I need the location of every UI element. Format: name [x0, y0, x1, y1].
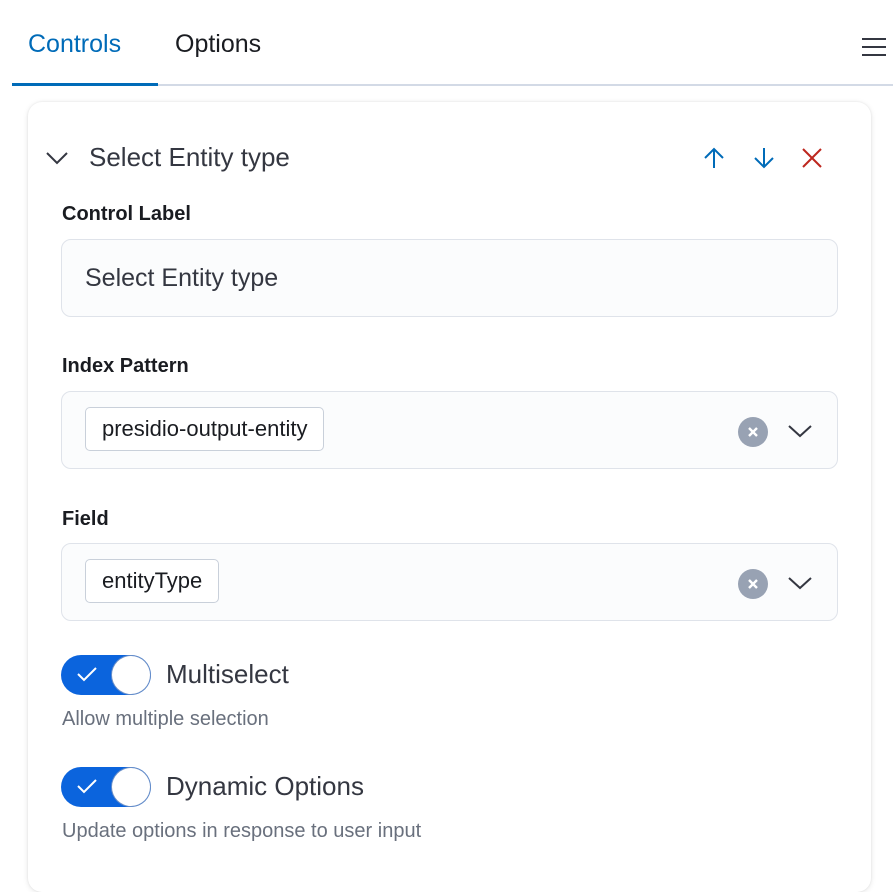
arrow-up-icon: [704, 147, 724, 168]
toggle-knob: [112, 656, 150, 694]
arrow-down-icon: [754, 148, 774, 169]
dynamic-options-label[interactable]: Dynamic Options: [166, 771, 364, 802]
field-selection: entityType: [85, 559, 220, 603]
control-header: Select Entity type: [45, 142, 835, 178]
dynamic-options-help-text: Update options in response to user input: [62, 820, 422, 842]
dynamic-options-toggle[interactable]: [61, 767, 151, 807]
tab-controls[interactable]: Controls: [28, 30, 121, 59]
chevron-down-icon[interactable]: [45, 150, 69, 171]
check-icon: [75, 777, 99, 800]
control-label-input[interactable]: [62, 240, 837, 316]
clear-icon[interactable]: [738, 417, 768, 447]
active-tab-indicator: [12, 83, 158, 86]
chevron-down-icon[interactable]: [787, 422, 813, 445]
toggle-knob: [112, 768, 150, 806]
close-icon: [802, 148, 822, 168]
field-combobox[interactable]: entityType: [61, 543, 838, 621]
multiselect-help-text: Allow multiple selection: [62, 708, 269, 730]
control-label-field-wrapper: [61, 239, 838, 317]
menu-icon[interactable]: [862, 36, 886, 63]
tab-options[interactable]: Options: [175, 30, 261, 59]
index-pattern-heading: Index Pattern: [62, 355, 189, 377]
tab-bar: Controls Options: [12, 0, 893, 86]
remove-control-button[interactable]: [800, 146, 824, 175]
control-label-heading: Control Label: [62, 203, 191, 225]
index-pattern-combobox[interactable]: presidio-output-entity: [61, 391, 838, 469]
move-up-button[interactable]: [703, 146, 725, 175]
check-icon: [75, 665, 99, 688]
multiselect-toggle[interactable]: [61, 655, 151, 695]
control-title: Select Entity type: [89, 142, 290, 172]
move-down-button[interactable]: [753, 146, 775, 175]
index-pattern-selection: presidio-output-entity: [85, 407, 325, 451]
multiselect-label[interactable]: Multiselect: [166, 659, 289, 690]
chevron-down-icon[interactable]: [787, 574, 813, 597]
field-heading: Field: [62, 508, 109, 530]
clear-icon[interactable]: [738, 569, 768, 599]
